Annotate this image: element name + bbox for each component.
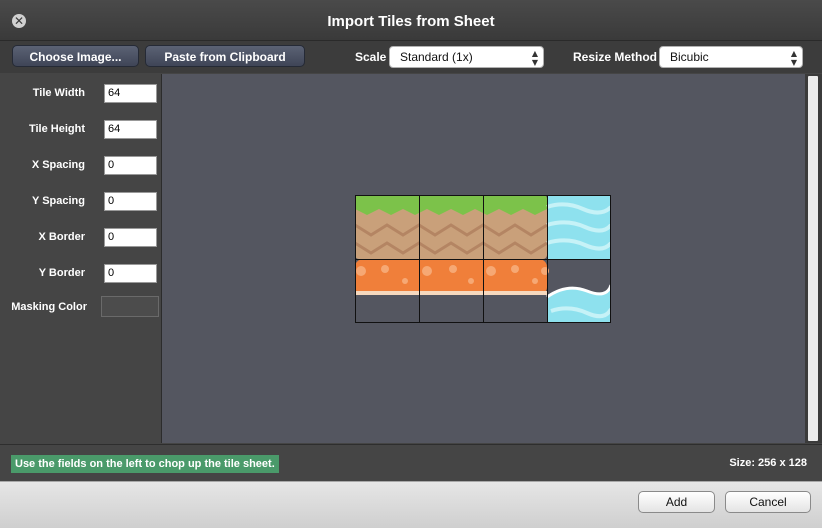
tile-sheet-image — [355, 195, 611, 323]
dialog-title: Import Tiles from Sheet — [327, 13, 495, 30]
tile-width-label: Tile Width — [32, 87, 85, 99]
x-border-input[interactable]: 0 — [104, 228, 157, 247]
scrollbar-thumb[interactable] — [808, 76, 818, 441]
add-button[interactable]: Add — [638, 491, 715, 513]
tile-height-input[interactable]: 64 — [104, 120, 157, 139]
vertical-scrollbar[interactable] — [805, 74, 822, 443]
y-spacing-label: Y Spacing — [32, 195, 85, 207]
select-arrows-icon: ▲ ▼ — [790, 49, 797, 67]
title-bar: ✕ Import Tiles from Sheet — [0, 0, 822, 41]
scale-select-value: Standard (1x) — [400, 50, 473, 64]
lava-tile-strip — [355, 259, 547, 295]
y-spacing-input[interactable]: 0 — [104, 192, 157, 211]
x-spacing-input[interactable]: 0 — [104, 156, 157, 175]
masking-color-label: Masking Color — [11, 301, 87, 313]
import-tiles-dialog: ✕ Import Tiles from Sheet Choose Image..… — [0, 0, 822, 528]
scale-select[interactable]: Standard (1x) ▲ ▼ — [389, 46, 544, 68]
y-border-input[interactable]: 0 — [104, 264, 157, 283]
select-arrows-icon: ▲ ▼ — [531, 49, 538, 67]
hint-text: Use the fields on the left to chop up th… — [11, 455, 279, 473]
dialog-footer: Add Cancel — [0, 481, 822, 528]
x-spacing-label: X Spacing — [31, 159, 85, 171]
masking-color-swatch[interactable] — [101, 296, 159, 317]
scale-label: Scale — [355, 50, 387, 64]
resize-method-select[interactable]: Bicubic ▲ ▼ — [659, 46, 803, 68]
image-size-text: Size: 256 x 128 — [729, 457, 807, 469]
choose-image-button[interactable]: Choose Image... — [12, 45, 139, 67]
lava-rim — [355, 291, 547, 295]
tile-height-label: Tile Height — [28, 123, 85, 135]
settings-panel: Tile Width 64 Tile Height 64 X Spacing 0… — [0, 74, 162, 443]
paste-from-clipboard-button[interactable]: Paste from Clipboard — [145, 45, 305, 67]
y-border-label: Y Border — [38, 267, 85, 279]
x-border-label: X Border — [38, 231, 85, 243]
resize-method-label: Resize Method — [573, 50, 658, 64]
status-bar: Use the fields on the left to chop up th… — [0, 444, 822, 482]
tile-width-input[interactable]: 64 — [104, 84, 157, 103]
resize-method-value: Bicubic — [670, 50, 709, 64]
toolbar: Choose Image... Paste from Clipboard Sca… — [0, 41, 822, 73]
tile-sheet-preview — [162, 74, 805, 443]
cancel-button[interactable]: Cancel — [725, 491, 811, 513]
